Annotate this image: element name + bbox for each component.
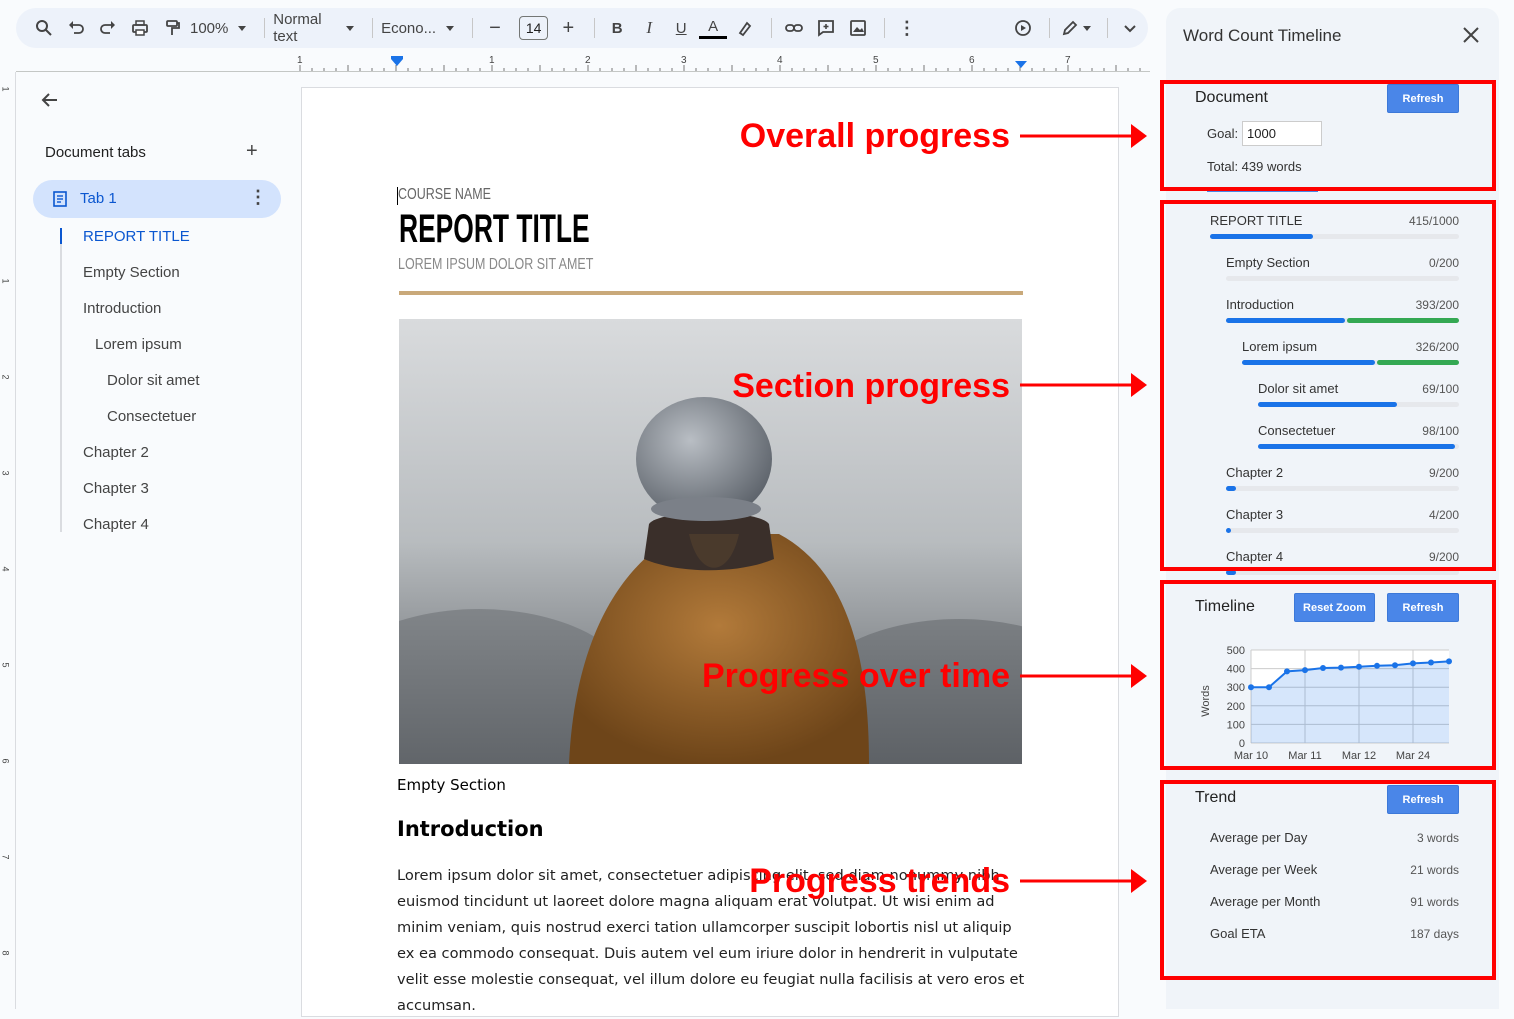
ruler-number: 6 (969, 55, 975, 66)
divider (372, 18, 374, 38)
report-title: REPORT TITLE (399, 207, 590, 251)
divider (472, 18, 473, 38)
section-progress-highlight (1160, 200, 1496, 571)
search-icon[interactable] (30, 14, 58, 42)
panel-title: Word Count Timeline (1183, 26, 1342, 45)
ruler-number: 5 (873, 55, 879, 66)
gemini-icon[interactable] (1009, 14, 1037, 42)
divider (1048, 18, 1050, 38)
trend-highlight (1160, 780, 1496, 980)
divider (884, 18, 885, 38)
close-icon[interactable] (1460, 24, 1482, 51)
document-tabs-title: Document tabs (45, 144, 146, 161)
outline-item-empty-section[interactable]: Empty Section (83, 264, 180, 281)
document-icon (52, 191, 68, 212)
outline-active-marker (60, 228, 62, 244)
link-icon[interactable] (780, 14, 808, 42)
annotation-trends: Progress trends (749, 862, 1010, 900)
increase-font-icon[interactable]: + (554, 14, 582, 42)
ruler-number: 1 (489, 55, 495, 66)
ruler-number: 1 (297, 55, 303, 66)
outline-line (60, 228, 62, 532)
divider (771, 18, 773, 38)
annotation-arrows (1020, 124, 1147, 893)
text-color-icon[interactable]: A (699, 17, 728, 39)
outline-item-dolor-sit-amet[interactable]: Dolor sit amet (107, 372, 200, 389)
ruler-number: 5 (0, 662, 11, 668)
course-name: COURSE NAME (398, 186, 491, 203)
editing-mode-icon[interactable] (1058, 14, 1096, 42)
chevron-down-icon (346, 25, 355, 31)
more-options-icon[interactable]: ⋮ (893, 14, 921, 42)
outline-item-chapter-4[interactable]: Chapter 4 (83, 516, 149, 533)
comment-icon[interactable] (812, 14, 840, 42)
timeline-highlight (1160, 580, 1496, 770)
decrease-font-icon[interactable]: − (481, 14, 509, 42)
ruler-top: 1 1 2 3 4 5 6 7 (16, 55, 1150, 72)
style-value: Normal text (273, 11, 322, 45)
overall-progress-highlight (1160, 80, 1496, 191)
ruler-number: 7 (1065, 55, 1071, 66)
ruler-number: 8 (0, 950, 11, 956)
toolbar: 100% Normal text Econo... − 14 + B I U A… (16, 8, 1148, 48)
ruler-left: 1 1 2 3 4 5 6 7 8 (0, 72, 16, 1009)
redo-icon[interactable] (94, 14, 122, 42)
ruler-number: 4 (0, 566, 11, 572)
ruler-number: 6 (0, 758, 11, 764)
ruler-number: 3 (0, 470, 11, 476)
introduction-heading: Introduction (397, 817, 544, 841)
ruler-ticks (16, 56, 1150, 72)
italic-icon[interactable]: I (635, 14, 663, 42)
highlight-icon[interactable] (731, 14, 759, 42)
paint-format-icon[interactable] (158, 14, 186, 42)
ruler-number: 7 (0, 854, 11, 860)
divider (264, 18, 266, 38)
ruler-number: 3 (681, 55, 687, 66)
annotation-overall: Overall progress (739, 117, 1010, 155)
add-tab-icon[interactable]: + (246, 140, 258, 163)
font-value: Econo... (381, 19, 437, 37)
chevron-down-icon (446, 25, 455, 31)
outline-item-lorem-ipsum[interactable]: Lorem ipsum (95, 336, 182, 353)
tab-options-icon[interactable]: ⋮ (249, 187, 267, 208)
print-icon[interactable] (126, 14, 154, 42)
chevron-down-icon (1083, 25, 1092, 31)
zoom-select[interactable]: 100% (190, 19, 247, 37)
font-select[interactable]: Econo... (381, 19, 455, 37)
underline-icon[interactable]: U (667, 14, 695, 42)
chevron-down-icon (238, 25, 247, 31)
undo-icon[interactable] (62, 14, 90, 42)
outline-item-report-title[interactable]: REPORT TITLE (83, 228, 190, 245)
report-subtitle: LOREM IPSUM DOLOR SIT AMET (398, 256, 594, 273)
bold-icon[interactable]: B (603, 14, 631, 42)
ruler-number: 1 (0, 278, 11, 284)
empty-section-heading: Empty Section (397, 776, 506, 794)
outline-item-chapter-3[interactable]: Chapter 3 (83, 480, 149, 497)
tab-label: Tab 1 (80, 190, 117, 207)
annotation-section: Section progress (732, 367, 1010, 405)
ruler-number: 4 (777, 55, 783, 66)
ruler-number: 2 (0, 374, 11, 380)
outline-item-introduction[interactable]: Introduction (83, 300, 161, 317)
image-icon[interactable] (844, 14, 872, 42)
back-arrow-icon[interactable] (40, 90, 60, 115)
style-select[interactable]: Normal text (273, 11, 355, 45)
zoom-value: 100% (190, 19, 229, 37)
collapse-menu-icon[interactable] (1116, 14, 1144, 42)
outline-item-consectetuer[interactable]: Consectetuer (107, 408, 196, 425)
tab-1[interactable]: Tab 1 ⋮ (33, 180, 281, 218)
annotation-time: Progress over time (701, 657, 1010, 695)
font-size-input[interactable]: 14 (518, 16, 549, 40)
divider (1107, 18, 1109, 38)
title-divider (399, 291, 1023, 295)
document-tabs-sidebar: Document tabs + Tab 1 ⋮ REPORT TITLE Emp… (16, 72, 301, 1009)
divider (594, 18, 596, 38)
outline-item-chapter-2[interactable]: Chapter 2 (83, 444, 149, 461)
ruler-number: 2 (585, 55, 591, 66)
ruler-number: 1 (0, 86, 11, 92)
